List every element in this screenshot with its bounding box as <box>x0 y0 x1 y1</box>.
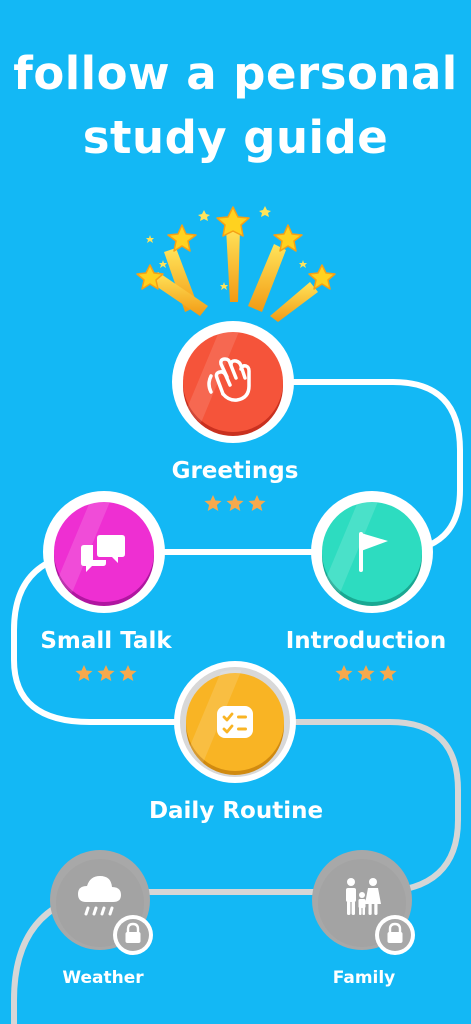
checklist-icon <box>217 706 253 738</box>
star-icon <box>226 494 245 512</box>
lock-badge-family <box>375 915 415 955</box>
lock-badge-weather <box>113 915 153 955</box>
celebration-stars-icon <box>136 206 336 322</box>
lesson-label-greetings: Greetings <box>171 458 299 484</box>
lesson-label-introduction: Introduction <box>285 628 447 654</box>
star-rating-small-talk <box>75 664 138 682</box>
lesson-label-daily-routine: Daily Routine <box>148 798 324 824</box>
lesson-node-small-talk[interactable] <box>43 491 165 613</box>
star-icon <box>97 664 116 682</box>
lesson-label-family: Family <box>332 968 396 988</box>
star-rating-greetings <box>204 494 267 512</box>
lesson-node-greetings[interactable] <box>172 321 294 443</box>
star-rating-introduction <box>335 664 398 682</box>
lesson-node-introduction[interactable] <box>311 491 433 613</box>
star-icon <box>204 494 223 512</box>
star-icon <box>379 664 398 682</box>
star-icon <box>357 664 376 682</box>
lesson-node-daily-routine[interactable] <box>174 661 296 783</box>
star-icon <box>75 664 94 682</box>
lesson-label-weather: Weather <box>62 968 144 988</box>
star-icon <box>335 664 354 682</box>
lesson-label-small-talk: Small Talk <box>40 628 172 654</box>
star-icon <box>248 494 267 512</box>
star-icon <box>119 664 138 682</box>
